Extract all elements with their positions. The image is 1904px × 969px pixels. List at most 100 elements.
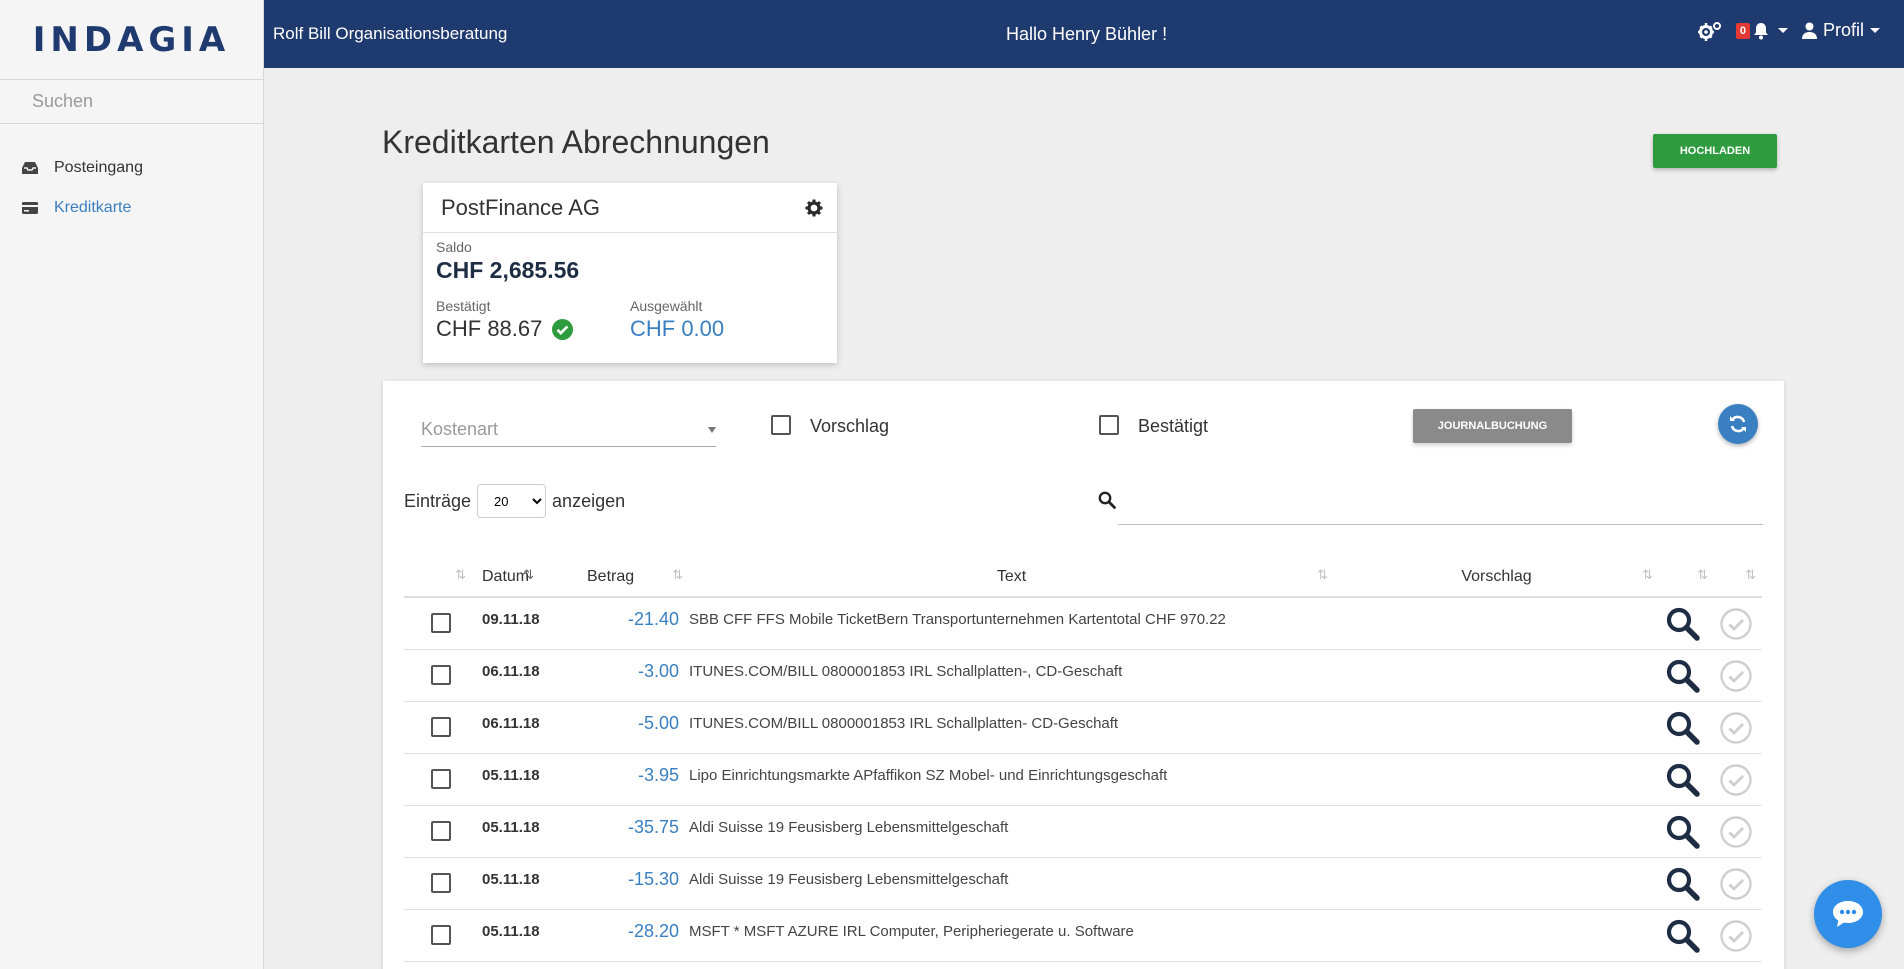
table-row[interactable]: 05.11.18 -3.95 Lipo Einrichtungsmarkte APf… (404, 753, 1762, 806)
row-select-cell (404, 597, 472, 650)
row-amount: -5.00 (574, 701, 689, 754)
row-checkbox[interactable] (431, 872, 451, 893)
row-vorschlag (1334, 909, 1659, 962)
check-circle-icon[interactable] (1720, 919, 1752, 952)
credit-card-icon (22, 200, 38, 216)
row-date: 09.11.18 (472, 597, 574, 650)
row-checkbox[interactable] (431, 716, 451, 737)
account-name: PostFinance AG (441, 194, 600, 220)
kostenart-placeholder: Kostenart (421, 419, 499, 439)
table-row[interactable]: 05.11.18 -35.75 Aldi Suisse 19 Feusisberg … (404, 805, 1762, 858)
check-circle-icon[interactable] (1720, 659, 1752, 692)
row-date: 06.11.18 (472, 701, 574, 754)
row-view-cell (1659, 857, 1714, 910)
table-row[interactable]: 06.11.18 -3.00 ITUNES.COM/BILL 0800001853 … (404, 649, 1762, 702)
sort-icon: ⇅ (1745, 567, 1756, 582)
sidebar-search (0, 80, 263, 124)
row-text: SBB CFF FFS Mobile TicketBern Transportu… (689, 597, 1334, 650)
entries-suffix: anzeigen (552, 490, 626, 511)
chevron-down-icon (1870, 28, 1880, 33)
sidebar-item-posteingang[interactable]: Posteingang (0, 148, 263, 188)
user-icon (1801, 22, 1817, 39)
table-row[interactable]: 05.11.18 -28.20 MSFT * MSFT AZURE IRL Comp… (404, 909, 1762, 962)
inbox-icon (22, 160, 38, 176)
refresh-button[interactable] (1718, 404, 1758, 444)
column-header-text[interactable]: Text ⇅ (689, 557, 1334, 598)
row-confirm-cell (1714, 805, 1762, 858)
check-circle-icon[interactable] (1720, 711, 1752, 744)
row-checkbox[interactable] (431, 613, 451, 633)
row-select-cell (404, 701, 472, 754)
sidebar-search-input[interactable] (32, 91, 232, 112)
refresh-icon (1728, 414, 1748, 434)
row-vorschlag (1334, 753, 1659, 806)
entries-select[interactable]: 20 (477, 484, 547, 518)
notifications[interactable]: 0 (1735, 22, 1788, 40)
selected-value: CHF 0.00 (630, 316, 725, 341)
search-icon[interactable] (1665, 814, 1701, 850)
entries-per-page: Einträge 20 anzeigen (404, 484, 625, 518)
row-amount: -3.95 (574, 753, 689, 806)
greeting: Hallo Henry Bühler ! (1006, 24, 1168, 44)
bell-icon (1753, 22, 1769, 40)
row-view-cell (1659, 597, 1714, 650)
confirmed-stat: Bestätigt CHF 88.67 (436, 298, 630, 342)
logo[interactable]: INDAGIA (33, 20, 231, 60)
check-circle-icon[interactable] (1720, 763, 1752, 796)
row-select-cell (404, 805, 472, 858)
organisation-name: Rolf Bill Organisationsberatung (273, 24, 508, 43)
sort-icon: ⇅ (455, 567, 466, 582)
sort-icon: ⇅ (1642, 567, 1653, 582)
column-header-view[interactable]: ⇅ (1659, 557, 1714, 598)
column-header-datum[interactable]: Datum ⇅ (472, 557, 574, 598)
upload-button[interactable]: HOCHLADEN (1653, 134, 1777, 168)
row-checkbox[interactable] (431, 768, 451, 789)
sidebar-item-kreditkarte[interactable]: Kreditkarte (0, 188, 263, 228)
row-checkbox[interactable] (431, 820, 451, 841)
cogs-icon[interactable] (1697, 21, 1722, 41)
check-circle-icon (552, 318, 574, 340)
column-header-vorschlag[interactable]: Vorschlag ⇅ (1334, 557, 1659, 598)
column-header-betrag[interactable]: Betrag ⇅ (574, 557, 689, 598)
row-vorschlag (1334, 597, 1659, 650)
check-circle-icon[interactable] (1720, 867, 1752, 900)
row-text: MSFT * MSFT AZURE IRL Computer, Peripher… (689, 909, 1334, 962)
gear-icon[interactable] (805, 197, 823, 223)
chat-button[interactable] (1814, 880, 1882, 948)
search-icon[interactable] (1665, 710, 1701, 746)
column-header-select[interactable]: ⇅ (404, 557, 472, 598)
row-view-cell (1659, 805, 1714, 858)
table-row[interactable]: 05.11.18 -15.30 Aldi Suisse 19 Feusisberg … (404, 857, 1762, 910)
check-circle-icon[interactable] (1720, 608, 1752, 640)
row-checkbox[interactable] (431, 924, 451, 945)
column-header-confirm[interactable]: ⇅ (1714, 557, 1762, 598)
row-confirm-cell (1714, 701, 1762, 754)
kostenart-select[interactable]: Kostenart (421, 413, 716, 447)
table-row[interactable]: 06.11.18 -5.00 ITUNES.COM/BILL 0800001853 … (404, 701, 1762, 754)
row-vorschlag (1334, 857, 1659, 910)
row-confirm-cell (1714, 909, 1762, 962)
check-circle-icon[interactable] (1720, 815, 1752, 848)
table-row[interactable]: 09.11.18 -21.40 SBB CFF FFS Mobile TicketB… (404, 597, 1762, 650)
row-amount: -21.40 (574, 597, 689, 650)
row-vorschlag (1334, 701, 1659, 754)
search-icon[interactable] (1665, 918, 1701, 954)
bestaetigt-checkbox[interactable] (1099, 415, 1119, 435)
search-icon[interactable] (1665, 658, 1701, 694)
account-card: PostFinance AG Saldo CHF 2,685.56 Bestät… (423, 183, 837, 363)
search-icon[interactable] (1665, 866, 1701, 902)
search-icon[interactable] (1665, 762, 1701, 798)
sidebar-item-label: Posteingang (54, 159, 143, 176)
account-card-body: Saldo CHF 2,685.56 Bestätigt CHF 88.67 A… (423, 233, 837, 348)
dropdown-arrow-icon (708, 427, 716, 433)
row-confirm-cell (1714, 753, 1762, 806)
journalbuchung-button[interactable]: JOURNALBUCHUNG (1413, 409, 1572, 443)
row-text: Aldi Suisse 19 Feusisberg Lebensmittelge… (689, 805, 1334, 858)
row-checkbox[interactable] (431, 664, 451, 685)
vorschlag-checkbox[interactable] (771, 415, 791, 435)
sidebar: INDAGIA Posteingang Kreditkarte (0, 0, 264, 969)
row-select-cell (404, 909, 472, 962)
search-icon[interactable] (1665, 606, 1701, 642)
table-search-input[interactable] (1118, 481, 1763, 525)
profile-menu[interactable]: Profil (1801, 20, 1880, 41)
